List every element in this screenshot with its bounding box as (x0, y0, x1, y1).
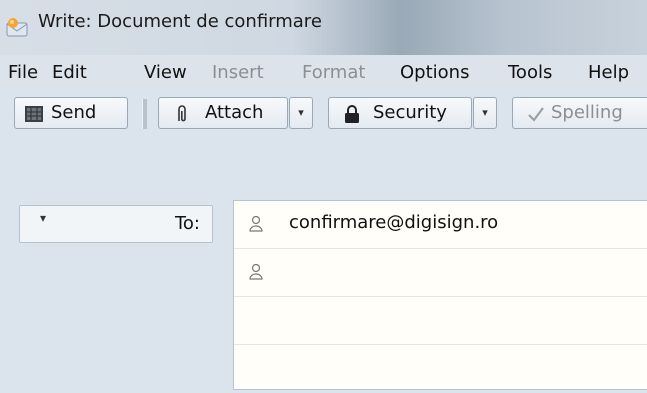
send-label: Send (51, 102, 97, 123)
address-list: confirmare@digisign.ro (233, 200, 647, 390)
security-dropdown-button[interactable]: ▾ (473, 97, 497, 129)
menu-edit[interactable]: Edit (52, 62, 87, 83)
chevron-down-icon: ▾ (40, 211, 47, 225)
toolbar-separator (142, 99, 147, 129)
chevron-down-icon: ▾ (298, 106, 304, 119)
address-row[interactable] (234, 297, 647, 345)
window-titlebar: Write: Document de confirmare (0, 0, 647, 55)
menu-format[interactable]: Format (302, 62, 365, 83)
spelling-label: Spelling (551, 102, 623, 123)
lock-icon (345, 105, 359, 123)
recipient-type-selector[interactable]: ▾ To: (19, 205, 213, 243)
address-input[interactable]: confirmare@digisign.ro (289, 212, 498, 233)
chevron-down-icon: ▾ (482, 106, 488, 119)
thunderbird-icon (6, 18, 28, 37)
attach-label: Attach (205, 102, 264, 123)
contact-icon (249, 263, 263, 280)
menu-help[interactable]: Help (588, 62, 629, 83)
address-row[interactable] (234, 249, 647, 297)
send-button[interactable]: Send (14, 97, 128, 129)
send-icon (25, 106, 43, 122)
attach-button[interactable]: Attach (158, 97, 288, 129)
checkmark-icon (528, 107, 544, 122)
to-label: To: (174, 213, 200, 234)
paperclip-icon (178, 105, 186, 122)
compose-toolbar: Send Attach ▾ Security ▾ Spelling (0, 89, 647, 141)
menu-options[interactable]: Options (400, 62, 469, 83)
security-label: Security (373, 102, 447, 123)
menu-file[interactable]: File (8, 62, 38, 83)
menu-bar: File Edit View Insert Format Options Too… (0, 55, 647, 89)
spelling-button[interactable]: Spelling (512, 97, 647, 129)
contact-icon (249, 215, 263, 232)
security-button[interactable]: Security (328, 97, 472, 129)
attach-dropdown-button[interactable]: ▾ (289, 97, 313, 129)
address-row[interactable] (234, 345, 647, 393)
address-row[interactable]: confirmare@digisign.ro (234, 201, 647, 249)
menu-tools[interactable]: Tools (508, 62, 552, 83)
menu-insert[interactable]: Insert (212, 62, 264, 83)
window-title: Write: Document de confirmare (38, 11, 322, 32)
menu-view[interactable]: View (144, 62, 187, 83)
